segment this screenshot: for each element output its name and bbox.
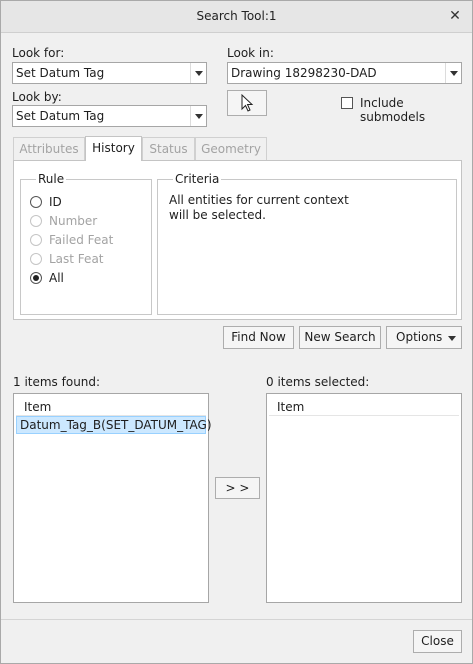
rule-label-number: Number bbox=[49, 214, 98, 228]
list-item-label: Datum_Tag_B(SET_DATUM_TAG) bbox=[20, 418, 212, 432]
rule-radio-failed-feat bbox=[30, 234, 42, 246]
found-list-header[interactable]: Item bbox=[16, 396, 206, 416]
look-in-label: Look in: bbox=[227, 46, 274, 60]
rule-label-all: All bbox=[49, 271, 64, 285]
look-by-select[interactable]: Set Datum Tag bbox=[12, 105, 207, 127]
selected-list-header-label: Item bbox=[277, 400, 305, 414]
history-tab-panel: Rule ID Number Failed Feat Last Feat All… bbox=[13, 160, 462, 320]
look-for-label: Look for: bbox=[12, 46, 65, 60]
look-in-value: Drawing 18298230-DAD bbox=[231, 66, 377, 80]
rule-label-id: ID bbox=[49, 195, 62, 209]
selected-items-list[interactable]: Item bbox=[266, 393, 462, 603]
found-items-list[interactable]: Item Datum_Tag_B(SET_DATUM_TAG) bbox=[13, 393, 212, 603]
select-from-model-button[interactable] bbox=[227, 90, 267, 116]
criteria-text-line-1: All entities for current context bbox=[169, 193, 349, 207]
search-tool-window: Search Tool:1 ✕ Look for: Set Datum Tag … bbox=[0, 0, 473, 664]
window-title: Search Tool:1 bbox=[196, 9, 277, 23]
include-submodels-label: Include submodels bbox=[360, 96, 426, 124]
new-search-button[interactable]: New Search bbox=[299, 326, 381, 349]
rule-radio-last-feat bbox=[30, 253, 42, 265]
look-by-value: Set Datum Tag bbox=[16, 109, 105, 123]
chevron-down-icon[interactable] bbox=[445, 63, 461, 83]
tab-status[interactable]: Status bbox=[142, 137, 195, 161]
list-item[interactable]: Datum_Tag_B(SET_DATUM_TAG) bbox=[16, 416, 212, 434]
look-by-label: Look by: bbox=[12, 90, 62, 104]
chevron-down-icon[interactable] bbox=[190, 63, 206, 83]
find-now-button[interactable]: Find Now bbox=[223, 326, 294, 349]
close-button[interactable]: Close bbox=[413, 630, 462, 653]
tab-history[interactable]: History bbox=[85, 136, 142, 161]
title-bar: Search Tool:1 ✕ bbox=[1, 1, 472, 33]
rule-label-failed-feat: Failed Feat bbox=[49, 233, 114, 247]
tab-geometry[interactable]: Geometry bbox=[195, 137, 267, 161]
tab-attributes[interactable]: Attributes bbox=[13, 137, 85, 161]
look-in-select[interactable]: Drawing 18298230-DAD bbox=[227, 62, 462, 84]
arrow-pointer-icon bbox=[241, 94, 254, 112]
criteria-text-line-2: will be selected. bbox=[169, 208, 266, 222]
chevron-down-icon bbox=[448, 336, 456, 341]
rule-label-last-feat: Last Feat bbox=[49, 252, 104, 266]
look-for-select[interactable]: Set Datum Tag bbox=[12, 62, 207, 84]
selected-list-header[interactable]: Item bbox=[269, 396, 459, 416]
chevron-down-icon[interactable] bbox=[190, 106, 206, 126]
include-submodels-checkbox[interactable] bbox=[341, 97, 353, 109]
options-button[interactable]: Options bbox=[386, 326, 462, 349]
items-found-label: 1 items found: bbox=[13, 375, 101, 389]
rule-group-title: Rule bbox=[36, 172, 67, 186]
rule-radio-all[interactable] bbox=[30, 272, 42, 284]
found-list-header-label: Item bbox=[24, 400, 52, 414]
rule-radio-number bbox=[30, 215, 42, 227]
footer-divider bbox=[1, 619, 472, 620]
close-icon[interactable]: ✕ bbox=[446, 7, 464, 25]
criteria-group-title: Criteria bbox=[173, 172, 222, 186]
items-selected-label: 0 items selected: bbox=[266, 375, 370, 389]
look-for-value: Set Datum Tag bbox=[16, 66, 105, 80]
options-button-label: Options bbox=[396, 330, 443, 344]
add-to-selected-button[interactable]: > > bbox=[215, 477, 260, 499]
rule-radio-id[interactable] bbox=[30, 196, 42, 208]
